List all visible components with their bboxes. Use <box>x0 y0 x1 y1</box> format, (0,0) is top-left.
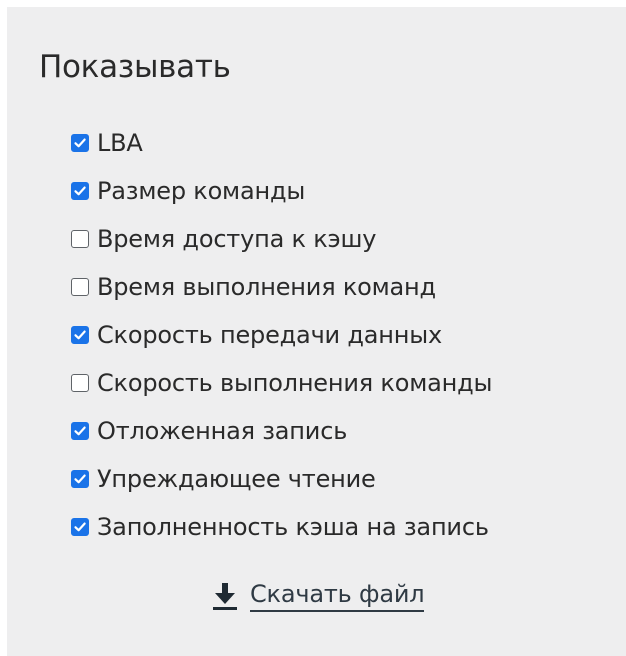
option-command-execution-speed[interactable]: Скорость выполнения команды <box>71 359 492 407</box>
checkmark-icon <box>74 522 86 532</box>
checkbox[interactable] <box>71 326 89 344</box>
option-label: Упреждающее чтение <box>97 465 376 493</box>
checkmark-icon <box>74 474 86 484</box>
option-write-cache-fill[interactable]: Заполненность кэша на запись <box>71 503 492 551</box>
checkbox[interactable] <box>71 134 89 152</box>
panel-title: Показывать <box>39 49 231 85</box>
download-icon <box>213 582 237 610</box>
checkbox[interactable] <box>71 518 89 536</box>
option-label: Время выполнения команд <box>97 273 436 301</box>
checkbox[interactable] <box>71 230 89 248</box>
checkbox[interactable] <box>71 470 89 488</box>
option-cache-access-time[interactable]: Время доступа к кэшу <box>71 215 492 263</box>
display-options-panel: Показывать LBA Размер команды Время дост… <box>7 7 626 656</box>
option-label: Скорость выполнения команды <box>97 369 493 397</box>
option-label: Скорость передачи данных <box>97 321 443 349</box>
checkmark-icon <box>74 426 86 436</box>
checkmark-icon <box>74 186 86 196</box>
checkbox[interactable] <box>71 182 89 200</box>
option-label: Время доступа к кэшу <box>97 225 377 253</box>
checkmark-icon <box>74 138 86 148</box>
option-label: Размер команды <box>97 177 306 205</box>
option-label: Заполненность кэша на запись <box>97 513 489 541</box>
option-command-size[interactable]: Размер команды <box>71 167 492 215</box>
checkmark-icon <box>74 330 86 340</box>
checkbox[interactable] <box>71 422 89 440</box>
checkbox[interactable] <box>71 278 89 296</box>
checkbox[interactable] <box>71 374 89 392</box>
option-label: Отложенная запись <box>97 417 348 445</box>
option-transfer-rate[interactable]: Скорость передачи данных <box>71 311 492 359</box>
option-read-ahead[interactable]: Упреждающее чтение <box>71 455 492 503</box>
option-lba[interactable]: LBA <box>71 119 492 167</box>
option-write-back[interactable]: Отложенная запись <box>71 407 492 455</box>
option-label: LBA <box>97 129 143 157</box>
options-list: LBA Размер команды Время доступа к кэшу … <box>71 119 492 551</box>
download-file-label: Скачать файл <box>250 579 425 612</box>
download-file-link[interactable]: Скачать файл <box>212 579 425 612</box>
option-command-execution-time[interactable]: Время выполнения команд <box>71 263 492 311</box>
